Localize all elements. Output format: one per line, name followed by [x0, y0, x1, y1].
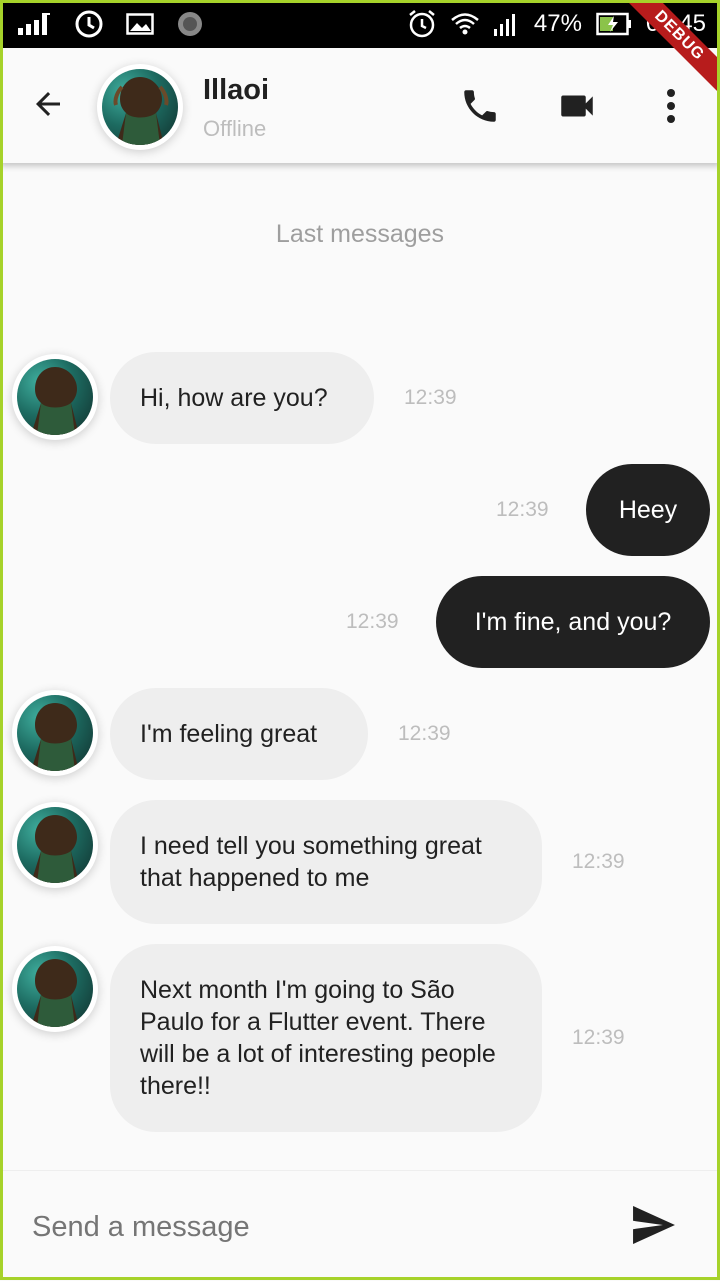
video-camera-icon — [556, 85, 598, 132]
avatar[interactable] — [97, 64, 183, 150]
send-button[interactable] — [628, 1203, 680, 1251]
avatar-image — [17, 695, 93, 771]
image-icon — [126, 13, 154, 35]
call-button[interactable] — [458, 86, 502, 130]
battery-charging-icon — [596, 12, 632, 36]
back-button[interactable] — [28, 86, 68, 126]
message-bubble[interactable]: Hi, how are you? — [110, 352, 374, 444]
contact-status: Offline — [203, 116, 267, 141]
message-time: 12:39 — [404, 386, 457, 409]
message-time: 12:39 — [572, 1026, 625, 1049]
more-vert-icon — [666, 88, 676, 129]
message-bubble[interactable]: Heey — [586, 464, 710, 556]
video-call-button[interactable] — [555, 86, 599, 130]
signal-bars-icon — [18, 13, 52, 35]
message-text: I'm feeling great — [140, 720, 318, 748]
back-arrow-icon — [30, 86, 66, 127]
message-text: Heey — [618, 496, 678, 524]
message-text: Hi, how are you? — [140, 384, 328, 412]
alarm-icon — [408, 9, 436, 39]
message-text: I'm fine, and you? — [474, 608, 672, 636]
message-time: 12:39 — [398, 722, 451, 745]
message-input[interactable] — [30, 1201, 594, 1253]
avatar[interactable] — [12, 946, 98, 1032]
message-bubble[interactable]: Next month I'm going to São Paulo for a … — [110, 944, 542, 1132]
message-bubble[interactable]: I'm feeling great — [110, 688, 368, 780]
message-bubble[interactable]: I need tell you something great that hap… — [110, 800, 542, 924]
message-time: 12:39 — [572, 850, 625, 873]
avatar[interactable] — [12, 354, 98, 440]
avatar[interactable] — [12, 802, 98, 888]
sync-icon — [74, 9, 104, 39]
avatar-image — [17, 951, 93, 1027]
avatar-image — [17, 359, 93, 435]
cell-signal-icon — [493, 12, 520, 36]
battery-percent: 47% — [533, 10, 582, 37]
message-composer — [0, 1170, 720, 1281]
more-options-button[interactable] — [656, 86, 686, 130]
message-text: Next month I'm going to São Paulo for a … — [140, 976, 496, 1100]
avatar-image — [102, 69, 178, 145]
send-icon — [631, 1205, 677, 1250]
avatar[interactable] — [12, 690, 98, 776]
message-text: I need tell you something great that hap… — [140, 832, 482, 892]
avatar-image — [17, 807, 93, 883]
contact-name: Illaoi — [203, 74, 270, 106]
app-bar: Illaoi Offline — [0, 48, 720, 163]
section-title: Last messages — [275, 220, 445, 248]
loading-icon — [176, 10, 204, 38]
phone-icon — [459, 85, 501, 132]
wifi-icon — [450, 11, 480, 37]
status-bar: 47% 00:45 — [0, 0, 720, 48]
message-time: 12:39 — [496, 498, 549, 521]
message-bubble[interactable]: I'm fine, and you? — [436, 576, 710, 668]
message-time: 12:39 — [346, 610, 399, 633]
